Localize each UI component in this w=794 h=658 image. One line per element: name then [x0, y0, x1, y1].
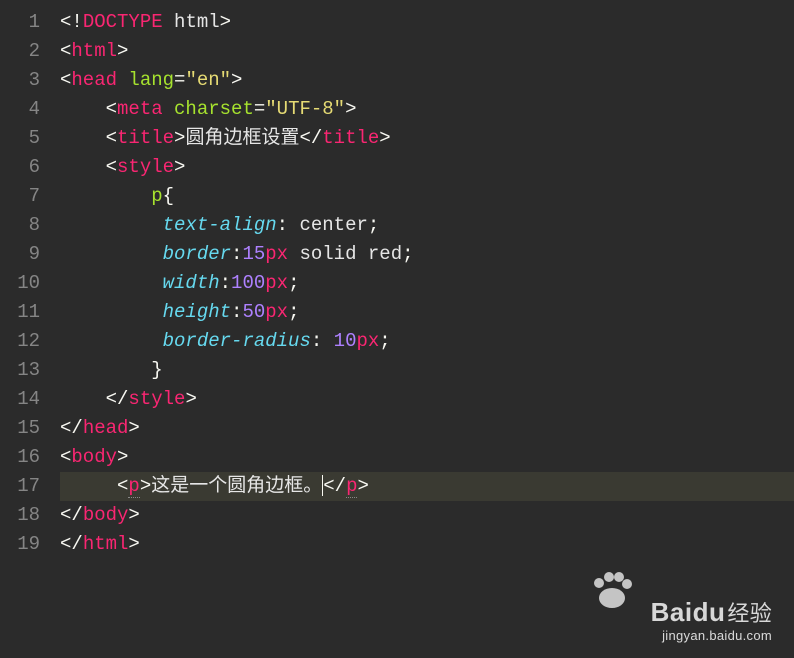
line-number: 5 — [6, 124, 40, 153]
line-number: 18 — [6, 501, 40, 530]
code-line[interactable]: border-radius: 10px; — [60, 327, 794, 356]
code-line[interactable]: <body> — [60, 443, 794, 472]
code-editor[interactable]: 1 2 3 4 5 6 7 8 9 10 11 12 13 14 15 16 1… — [0, 0, 794, 658]
line-number: 6 — [6, 153, 40, 182]
code-line[interactable]: <!DOCTYPE html> — [60, 8, 794, 37]
code-line[interactable]: border:15px solid red; — [60, 240, 794, 269]
line-number: 13 — [6, 356, 40, 385]
code-line[interactable]: <style> — [60, 153, 794, 182]
code-line[interactable]: } — [60, 356, 794, 385]
line-number: 16 — [6, 443, 40, 472]
code-line[interactable]: <title>圆角边框设置</title> — [60, 124, 794, 153]
code-line[interactable]: <meta charset="UTF-8"> — [60, 95, 794, 124]
code-line[interactable]: </body> — [60, 501, 794, 530]
line-number: 14 — [6, 385, 40, 414]
code-line[interactable]: height:50px; — [60, 298, 794, 327]
line-number: 15 — [6, 414, 40, 443]
line-number: 9 — [6, 240, 40, 269]
line-number: 19 — [6, 530, 40, 559]
line-number-gutter: 1 2 3 4 5 6 7 8 9 10 11 12 13 14 15 16 1… — [0, 0, 50, 658]
code-line[interactable]: width:100px; — [60, 269, 794, 298]
line-number: 4 — [6, 95, 40, 124]
line-number: 10 — [6, 269, 40, 298]
watermark: Baidu经验 jingyan.baidu.com — [651, 597, 772, 644]
line-number: 12 — [6, 327, 40, 356]
line-number: 1 — [6, 8, 40, 37]
line-number: 17 — [6, 472, 40, 501]
code-line[interactable]: p{ — [60, 182, 794, 211]
code-line[interactable]: </html> — [60, 530, 794, 559]
line-number: 3 — [6, 66, 40, 95]
line-number: 11 — [6, 298, 40, 327]
line-number: 2 — [6, 37, 40, 66]
code-line[interactable]: text-align: center; — [60, 211, 794, 240]
line-number: 8 — [6, 211, 40, 240]
watermark-cn: 经验 — [727, 601, 772, 626]
watermark-brand: Baidu — [651, 597, 726, 627]
code-area[interactable]: <!DOCTYPE html> <html> <head lang="en"> … — [50, 0, 794, 658]
code-line[interactable]: </style> — [60, 385, 794, 414]
line-number: 7 — [6, 182, 40, 211]
watermark-url: jingyan.baidu.com — [651, 628, 772, 644]
code-line[interactable]: <head lang="en"> — [60, 66, 794, 95]
paw-icon — [590, 570, 634, 616]
code-line[interactable]: <html> — [60, 37, 794, 66]
code-line[interactable]: </head> — [60, 414, 794, 443]
code-line-active[interactable]: <p>这是一个圆角边框。</p> — [60, 472, 794, 501]
